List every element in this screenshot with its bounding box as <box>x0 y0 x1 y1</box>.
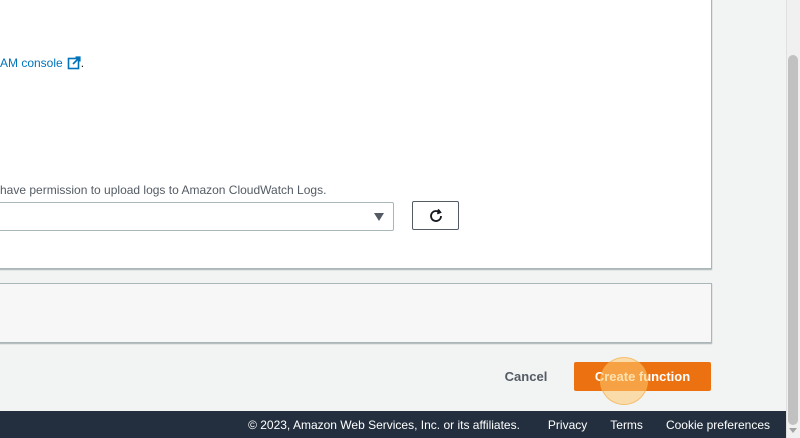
scrollbar-thumb[interactable] <box>788 55 798 425</box>
iam-console-line: AM console . <box>0 56 84 70</box>
cancel-button[interactable]: Cancel <box>496 363 556 390</box>
scroll-down-arrow-icon[interactable] <box>789 428 797 433</box>
refresh-roles-button[interactable] <box>412 201 459 230</box>
caret-down-icon <box>374 213 384 221</box>
iam-console-link[interactable]: AM console <box>0 56 81 70</box>
iam-console-link-text: AM console <box>0 56 63 70</box>
cloudwatch-permission-text: have permission to upload logs to Amazon… <box>0 183 327 197</box>
refresh-icon <box>429 208 442 222</box>
footer-copyright: © 2023, Amazon Web Services, Inc. or its… <box>248 417 520 432</box>
external-link-icon <box>67 56 81 70</box>
footer-privacy-link[interactable]: Privacy <box>548 418 587 432</box>
advanced-settings-panel <box>0 283 712 343</box>
footer-terms-link[interactable]: Terms <box>610 418 643 432</box>
footer-cookie-preferences-link[interactable]: Cookie preferences <box>666 418 770 432</box>
create-function-button[interactable]: Create function <box>574 362 711 391</box>
footer: © 2023, Amazon Web Services, Inc. or its… <box>0 411 786 438</box>
iam-console-suffix: . <box>80 56 85 70</box>
existing-role-select[interactable] <box>0 202 394 231</box>
